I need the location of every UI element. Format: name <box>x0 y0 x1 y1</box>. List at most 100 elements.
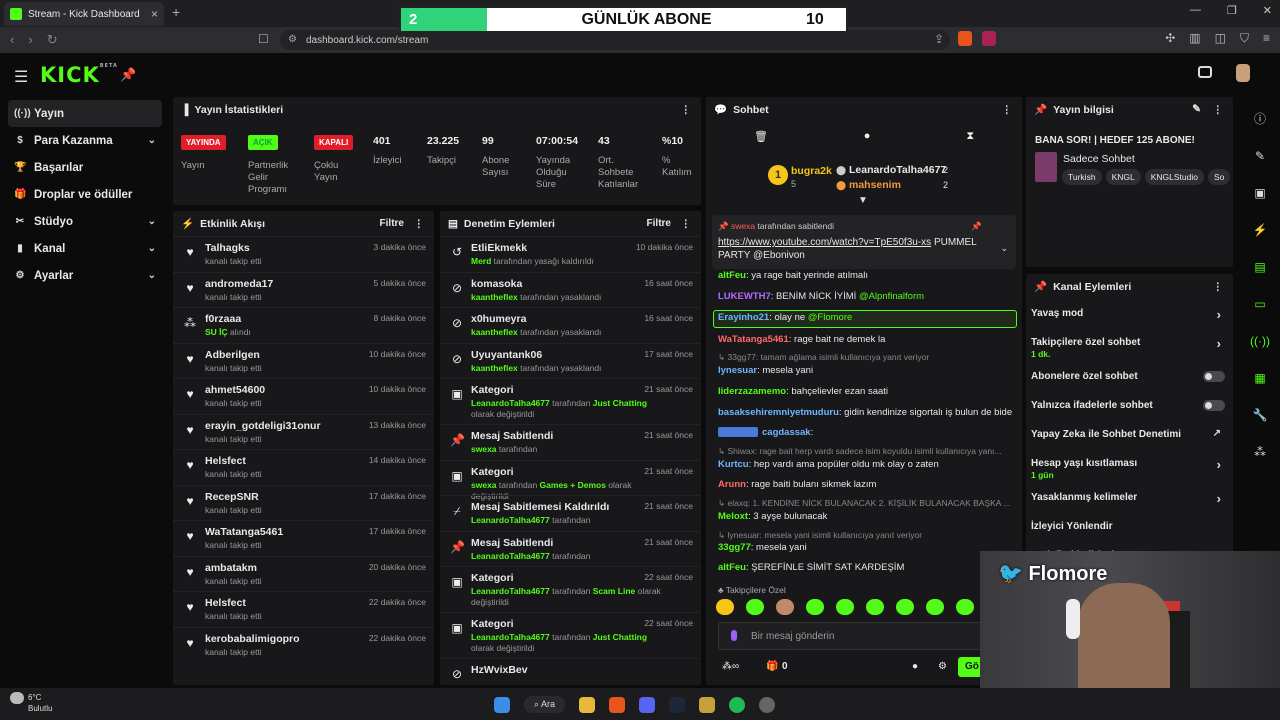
brave-rewards-icon[interactable] <box>982 31 996 46</box>
points-rail-icon[interactable]: ⁂ <box>1240 433 1280 470</box>
new-tab-button[interactable]: + <box>172 4 180 20</box>
activity-user[interactable]: RecepSNR <box>205 491 259 503</box>
chevron-down-icon[interactable]: ⌄ <box>148 216 156 227</box>
chat-username[interactable]: Meloxt <box>718 511 748 522</box>
sidebar-item-2[interactable]: 🏆 Başarılar <box>0 154 170 181</box>
activity-user[interactable]: WaTatanga5461 <box>205 526 283 538</box>
close-tab-icon[interactable]: × <box>151 7 158 21</box>
chat-username[interactable]: lynesuar <box>718 365 757 376</box>
channel-action-row[interactable]: Yavaş mod › <box>1026 299 1233 328</box>
chat-mention[interactable]: @Flomore <box>808 312 853 323</box>
chat-username[interactable]: Kurtcu <box>718 459 749 470</box>
pin-icon[interactable]: 📌 <box>971 221 982 232</box>
extensions-icon[interactable]: ✣ <box>1165 31 1175 46</box>
brave-taskbar-icon[interactable] <box>609 696 626 713</box>
collapse-icon[interactable]: ▼ <box>858 195 868 206</box>
user-avatar[interactable] <box>1236 64 1250 82</box>
emote-icon[interactable] <box>926 599 944 615</box>
activity-user[interactable]: ambatakm <box>205 562 257 574</box>
app-icon[interactable] <box>699 696 716 713</box>
stats-more-icon[interactable]: ⋮ <box>681 104 692 116</box>
mod-row[interactable]: ▣ Kategori LeanardoTalha4677 tarafından Ju… <box>440 612 701 658</box>
chat-input[interactable]: Bir mesaj gönderin <box>718 622 1018 650</box>
chat-icon[interactable]: ● <box>864 130 871 142</box>
mod-row[interactable]: ⊘ HzWvixBev <box>440 658 701 685</box>
steam-icon[interactable] <box>669 696 686 713</box>
activity-row[interactable]: ♥ ahmet54600 kanalı takip etti 10 dakika ön… <box>173 378 434 414</box>
mod-actor[interactable]: kaantheflex <box>471 363 518 373</box>
forward-icon[interactable]: › <box>28 32 32 48</box>
mod-actor[interactable]: LeanardoTalha4677 <box>471 398 550 408</box>
chat-username[interactable]: basaksehiremniyetmuduru <box>718 407 839 418</box>
document-icon[interactable]: ▤ <box>1240 248 1280 285</box>
chat-username[interactable]: 33gg77 <box>718 542 751 553</box>
activity-user[interactable]: erayin_gotdeligi31onur <box>205 420 321 432</box>
minimize-icon[interactable]: — <box>1190 4 1201 17</box>
info-more-icon[interactable]: ⋮ <box>1213 104 1224 116</box>
emote-icon[interactable] <box>896 599 914 615</box>
bookmark-icon[interactable]: ☐ <box>258 32 269 46</box>
close-window-icon[interactable]: ✕ <box>1263 4 1272 17</box>
mod-more-icon[interactable]: ⋮ <box>681 218 692 230</box>
activity-row[interactable]: ♥ kerobabalimigopro kanalı takip etti 22 da… <box>173 626 434 663</box>
spotify-icon[interactable] <box>729 696 746 713</box>
mod-row[interactable]: ⊘ komasoka kaantheflex tarafından yasaklan… <box>440 271 701 308</box>
channel-action-row[interactable]: Yapay Zeka ile Sohbet Denetimi ↗ <box>1026 420 1233 449</box>
mod-actor[interactable]: LeanardoTalha4677 <box>471 551 550 561</box>
expand-pinned-icon[interactable]: ⌄ <box>1000 243 1008 254</box>
mod-actor[interactable]: Merd <box>471 256 491 266</box>
chat-username[interactable]: LUKEWTH7 <box>718 291 771 302</box>
trash-icon[interactable]: 🗑 <box>754 130 768 143</box>
site-info-icon[interactable]: ⚙ <box>288 34 297 45</box>
chat-username[interactable]: liderzazamemo <box>718 386 786 397</box>
chat-username[interactable]: WaTatanga5461 <box>718 334 789 345</box>
sidebar-item-1[interactable]: $ Para Kazanma ⌄ <box>0 127 170 154</box>
chevron-right-icon[interactable]: › <box>1217 491 1221 506</box>
channel-action-row[interactable]: Yalnızca ifadelerle sohbet <box>1026 391 1233 420</box>
activity-row[interactable]: ♥ erayin_gotdeligi31onur kanalı takip etti… <box>173 413 434 450</box>
activity-row[interactable]: ♥ andromeda17 kanalı takip etti 5 dakika ön… <box>173 271 434 308</box>
mod-actor[interactable]: LeanardoTalha4677 <box>471 515 550 525</box>
weather-widget[interactable]: 6°C Bulutlu <box>10 692 52 714</box>
activity-user[interactable]: Helsfect <box>205 455 246 467</box>
activity-row[interactable]: ♥ Talhagks kanalı takip etti 3 dakika önce <box>173 236 434 272</box>
stream-tag[interactable]: Turkish <box>1062 169 1102 185</box>
mod-row[interactable]: ▣ Kategori LeanardoTalha4677 tarafından Sc… <box>440 566 701 612</box>
lightning-icon[interactable]: ⚡ <box>1240 211 1280 248</box>
chevron-right-icon[interactable]: › <box>1217 336 1221 351</box>
channel-action-row[interactable]: Hesap yaşı kısıtlaması 1 gün › <box>1026 449 1233 483</box>
mod-row[interactable]: ▣ Kategori LeanardoTalha4677 tarafından Ju… <box>440 378 701 424</box>
sidebar-item-3[interactable]: 🎁 Droplar ve ödüller <box>0 181 170 208</box>
activity-user[interactable]: Talhagks <box>205 242 250 254</box>
pencil-icon[interactable]: ✎ <box>1240 137 1280 174</box>
emote-icon[interactable] <box>776 599 794 615</box>
channel-action-row[interactable]: İzleyici Yönlendir <box>1026 512 1233 541</box>
info-icon[interactable]: ⓘ <box>1240 100 1280 137</box>
activity-row[interactable]: ♥ WaTatanga5461 kanalı takip etti 17 dakika… <box>173 520 434 556</box>
mod-row[interactable]: ⌿ Mesaj Sabitlemesi Kaldırıldı LeanardoTal… <box>440 495 701 531</box>
brave-shields-icon[interactable] <box>958 31 972 46</box>
mod-row[interactable]: 📌 Mesaj Sabitlendi LeanardoTalha4677 taraf… <box>440 530 701 567</box>
actions-more-icon[interactable]: ⋮ <box>1213 281 1224 293</box>
sidebar-item-0[interactable]: ((·)) Yayın <box>8 100 162 127</box>
chevron-right-icon[interactable]: › <box>1217 307 1221 322</box>
chat-rail-icon[interactable]: ▭ <box>1240 285 1280 322</box>
activity-filter-button[interactable]: Filtre <box>380 218 404 229</box>
mod-row[interactable]: ⊘ x0humeyra kaantheflex tarafından yasakla… <box>440 307 701 343</box>
mod-row[interactable]: ↺ EtliEkmekk Merd tarafından yasağı kaldır… <box>440 236 701 272</box>
multiview-icon[interactable] <box>1198 66 1212 78</box>
reload-icon[interactable]: ↻ <box>47 32 58 48</box>
pinned-link[interactable]: https://www.youtube.com/watch?v=TpE50f3u… <box>718 237 931 248</box>
browser-tab[interactable]: Stream - Kick Dashboard × <box>4 2 164 26</box>
chevron-down-icon[interactable]: ⌄ <box>148 243 156 254</box>
activity-user[interactable]: Helsfect <box>205 597 246 609</box>
activity-row[interactable]: ⁂ f0rzaaa SU İÇ alındı 8 dakika önce <box>173 307 434 343</box>
hourglass-icon[interactable]: ⧗ <box>966 130 974 143</box>
broadcast-rail-icon[interactable]: ((·)) <box>1240 322 1280 359</box>
vpn-icon[interactable]: ⛉ <box>1240 31 1249 46</box>
activity-user[interactable]: Adberilgen <box>205 349 260 361</box>
inbox-icon[interactable]: ▦ <box>1240 359 1280 396</box>
sidebar-toggle-icon[interactable]: ▥ <box>1189 31 1200 46</box>
mod-actor[interactable]: LeanardoTalha4677 <box>471 632 550 642</box>
hamburger-menu-icon[interactable]: ☰ <box>14 67 28 87</box>
